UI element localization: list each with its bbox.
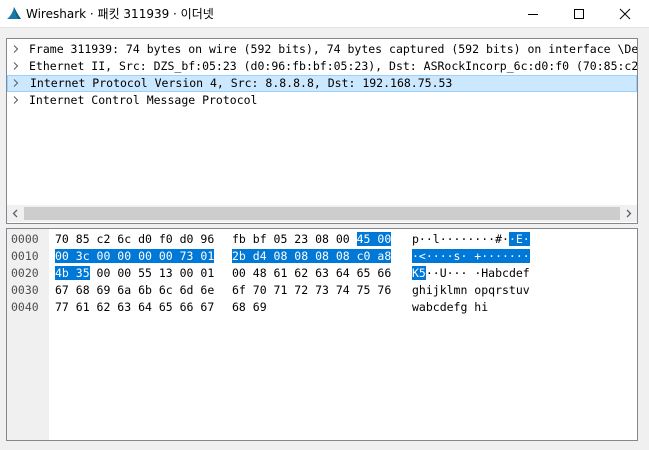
tree-row-ethernet[interactable]: Ethernet II, Src: DZS_bf:05:23 (d0:96:fb… [7, 58, 637, 75]
chevron-right-icon[interactable] [12, 96, 20, 104]
hex-bytes[interactable]: 6f 70 71 72 73 74 75 76 [232, 282, 391, 299]
ascii-bytes[interactable]: p··l········#··E· [412, 231, 530, 248]
ascii-bytes[interactable]: K5··U··· ·Habcdef [412, 265, 530, 282]
byte-offset: 0000 [11, 232, 39, 246]
chevron-right-icon[interactable] [12, 45, 20, 53]
tree-row-label: Ethernet II, Src: DZS_bf:05:23 (d0:96:fb… [29, 59, 638, 73]
tree-row-label: Internet Control Message Protocol [29, 93, 258, 107]
title-separator [0, 27, 649, 28]
chevron-left-icon [12, 209, 18, 218]
ascii-bytes[interactable]: wabcdefg hi [412, 299, 488, 316]
hex-bytes[interactable]: 70 85 c2 6c d0 f0 d0 96 [55, 231, 214, 248]
selected-bytes-highlight: K5 [412, 266, 426, 280]
ascii-bytes[interactable]: ghijklmn opqrstuv [412, 282, 530, 299]
chevron-right-icon [626, 209, 632, 218]
packet-bytes-pane[interactable]: 0000 0010 0020 0030 0040 70 85 c2 6c d0 … [6, 228, 638, 441]
byte-offset: 0030 [11, 283, 39, 297]
selected-bytes-highlight: 4b 35 [55, 266, 90, 280]
maximize-button[interactable] [556, 0, 602, 27]
horizontal-scrollbar[interactable] [7, 205, 637, 222]
byte-offset: 0020 [11, 266, 39, 280]
window-title: Wireshark · 패킷 311939 · 이더넷 [26, 7, 214, 21]
selected-bytes-highlight: 2b d4 08 08 08 08 c0 a8 [232, 249, 392, 263]
hex-bytes[interactable]: fb bf 05 23 08 00 45 00 [232, 231, 392, 248]
scrollbar-thumb[interactable] [24, 207, 620, 220]
tree-row-icmp[interactable]: Internet Control Message Protocol [7, 92, 637, 109]
tree-row-ipv4[interactable]: Internet Protocol Version 4, Src: 8.8.8.… [7, 75, 637, 92]
packet-details-pane[interactable]: Frame 311939: 74 bytes on wire (592 bits… [6, 38, 638, 224]
close-icon [619, 8, 631, 20]
hex-bytes[interactable]: 67 68 69 6a 6b 6c 6d 6e [55, 282, 214, 299]
minimize-icon [528, 14, 538, 15]
hex-bytes[interactable]: 77 61 62 63 64 65 66 67 [55, 299, 214, 316]
selected-bytes-highlight: 00 3c 00 00 00 00 73 01 [55, 249, 215, 263]
hex-bytes[interactable]: 00 48 61 62 63 64 65 66 [232, 265, 391, 282]
title-bar: Wireshark · 패킷 311939 · 이더넷 [0, 0, 649, 27]
maximize-icon [574, 9, 584, 19]
hex-bytes[interactable]: 68 69 [232, 299, 267, 316]
chevron-right-icon[interactable] [12, 62, 20, 70]
selected-bytes-highlight: ·<····s· +······· [412, 249, 530, 263]
tree-row-frame[interactable]: Frame 311939: 74 bytes on wire (592 bits… [7, 41, 637, 58]
tree-row-label: Frame 311939: 74 bytes on wire (592 bits… [29, 42, 638, 56]
scroll-right-button[interactable] [620, 205, 637, 222]
byte-offset: 0040 [11, 300, 39, 314]
ascii-bytes[interactable]: ·<····s· +······· [412, 248, 530, 265]
chevron-right-icon[interactable] [12, 79, 20, 87]
hex-bytes[interactable]: 2b d4 08 08 08 08 c0 a8 [232, 248, 392, 265]
minimize-button[interactable] [510, 0, 556, 27]
hex-bytes[interactable]: 4b 35 00 00 55 13 00 01 [55, 265, 214, 282]
selected-bytes-highlight: ·E· [508, 232, 530, 246]
close-button[interactable] [602, 0, 648, 27]
offset-column: 0000 0010 0020 0030 0040 [7, 229, 49, 440]
scroll-left-button[interactable] [7, 205, 24, 222]
selected-bytes-highlight: 45 00 [356, 232, 392, 246]
byte-offset: 0010 [11, 249, 39, 263]
wireshark-fin-icon [6, 5, 22, 26]
tree-row-label: Internet Protocol Version 4, Src: 8.8.8.… [30, 76, 453, 90]
hex-bytes[interactable]: 00 3c 00 00 00 00 73 01 [55, 248, 215, 265]
